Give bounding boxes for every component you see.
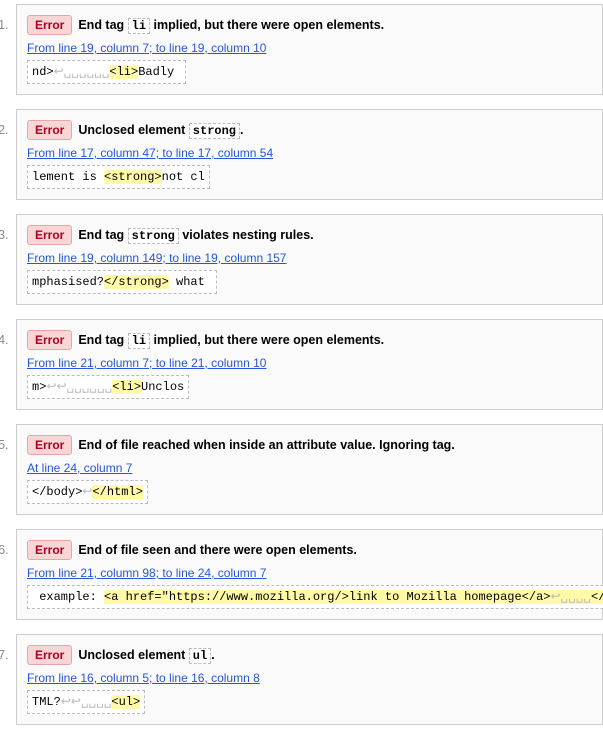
extract-highlight-text: </ul> <box>591 590 603 604</box>
whitespace-marker: ↩↩␣␣␣␣ <box>61 695 112 709</box>
error-item: Error End tag strong violates nesting rul… <box>12 214 603 305</box>
extract-highlight: <a href="https://www.mozilla.org/>link t… <box>104 590 603 604</box>
extract-context: what <box>169 275 212 289</box>
extract-highlight: <li> <box>112 380 141 394</box>
error-message-text: Unclosed element <box>78 648 188 662</box>
error-box: Error End tag li implied, but there were … <box>16 319 603 410</box>
code-extract: example: <a href="https://www.mozilla.or… <box>27 585 603 609</box>
location-link[interactable]: From line 19, column 7; to line 19, colu… <box>27 41 266 55</box>
code-extract: </body>↩</html> <box>27 480 148 504</box>
error-message: End of file reached when inside an attri… <box>78 438 454 452</box>
error-message-code: strong <box>189 123 240 139</box>
error-message-text: violates nesting rules. <box>179 228 314 242</box>
error-badge: Error <box>27 540 72 560</box>
error-message-code: ul <box>189 648 211 664</box>
code-extract: TML?↩↩␣␣␣␣<ul> <box>27 690 145 714</box>
error-item: Error Unclosed element strong. From line 1… <box>12 109 603 200</box>
error-item: Error End tag li implied, but there were … <box>12 319 603 410</box>
whitespace-marker: ↩␣␣␣␣␣␣ <box>54 65 110 79</box>
whitespace-marker: ↩↩␣␣␣␣␣␣ <box>46 380 112 394</box>
location-link[interactable]: From line 21, column 7; to line 21, colu… <box>27 356 266 370</box>
error-item: Error Unclosed element ul. From line 16, c… <box>12 634 603 725</box>
extract-highlight: <ul> <box>111 695 140 709</box>
error-message-code: strong <box>128 228 179 244</box>
extract-highlight: <strong> <box>104 170 162 184</box>
extract-context: </body> <box>32 485 82 499</box>
error-message: End tag li implied, but there were open … <box>78 333 384 348</box>
extract-highlight: </html> <box>92 485 142 499</box>
error-message-text: implied, but there were open elements. <box>150 18 384 32</box>
extract-highlight: <li> <box>109 65 138 79</box>
code-extract: lement is <strong>not cl <box>27 165 210 189</box>
error-box: Error Unclosed element strong. From line 1… <box>16 109 603 200</box>
error-badge: Error <box>27 15 72 35</box>
error-badge: Error <box>27 330 72 350</box>
error-box: Error End tag li implied, but there were … <box>16 4 603 95</box>
error-item: Error End of file seen and there were ope… <box>12 529 603 620</box>
whitespace-marker: ↩ <box>82 485 92 499</box>
error-message-text: End of file seen and there were open ele… <box>78 543 357 557</box>
error-box: Error End of file reached when inside an … <box>16 424 603 515</box>
location-link[interactable]: From line 19, column 149; to line 19, co… <box>27 251 286 265</box>
error-message: End tag strong violates nesting rules. <box>78 228 313 243</box>
error-box: Error End tag strong violates nesting rul… <box>16 214 603 305</box>
error-message-code: li <box>128 18 150 34</box>
code-extract: mphasised?</strong> what <box>27 270 217 294</box>
error-message-text: Unclosed element <box>78 123 188 137</box>
error-message: Unclosed element strong. <box>78 123 243 138</box>
error-message: End tag li implied, but there were open … <box>78 18 384 33</box>
extract-context: example: <box>32 590 104 604</box>
extract-context: TML? <box>32 695 61 709</box>
error-message-text: . <box>240 123 243 137</box>
error-list: Error End tag li implied, but there were … <box>0 4 603 725</box>
error-badge: Error <box>27 645 72 665</box>
extract-context: not cl <box>162 170 205 184</box>
extract-context: Badly <box>138 65 181 79</box>
error-heading: Error End tag strong violates nesting rul… <box>27 225 592 245</box>
extract-highlight-text: <a href="https://www.mozilla.org/>link t… <box>104 590 550 604</box>
extract-context: mphasised? <box>32 275 104 289</box>
error-badge: Error <box>27 225 72 245</box>
code-extract: m>↩↩␣␣␣␣␣␣<li>Unclos <box>27 375 189 399</box>
error-heading: Error End tag li implied, but there were … <box>27 15 592 35</box>
error-badge: Error <box>27 435 72 455</box>
error-message-text: End tag <box>78 333 127 347</box>
error-heading: Error Unclosed element ul. <box>27 645 592 665</box>
error-message-text: End tag <box>78 18 127 32</box>
location-link[interactable]: From line 21, column 98; to line 24, col… <box>27 566 266 580</box>
location-link[interactable]: From line 16, column 5; to line 16, colu… <box>27 671 260 685</box>
error-box: Error Unclosed element ul. From line 16, c… <box>16 634 603 725</box>
extract-context: nd> <box>32 65 54 79</box>
extract-highlight: </strong> <box>104 275 169 289</box>
error-message: End of file seen and there were open ele… <box>78 543 357 557</box>
error-message: Unclosed element ul. <box>78 648 214 663</box>
error-heading: Error End of file seen and there were ope… <box>27 540 592 560</box>
error-message-text: End of file reached when inside an attri… <box>78 438 454 452</box>
error-heading: Error End of file reached when inside an … <box>27 435 592 455</box>
error-item: Error End tag li implied, but there were … <box>12 4 603 95</box>
location-link[interactable]: From line 17, column 47; to line 17, col… <box>27 146 273 160</box>
extract-context: lement is <box>32 170 104 184</box>
location-link[interactable]: At line 24, column 7 <box>27 461 132 475</box>
error-heading: Error Unclosed element strong. <box>27 120 592 140</box>
extract-context: m> <box>32 380 46 394</box>
error-badge: Error <box>27 120 72 140</box>
extract-context: Unclos <box>141 380 184 394</box>
error-message-text: . <box>211 648 214 662</box>
error-item: Error End of file reached when inside an … <box>12 424 603 515</box>
error-message-code: li <box>128 333 150 349</box>
error-message-text: End tag <box>78 228 127 242</box>
error-message-text: implied, but there were open elements. <box>150 333 384 347</box>
whitespace-marker: ↩␣␣␣␣ <box>551 590 592 604</box>
error-box: Error End of file seen and there were ope… <box>16 529 603 620</box>
code-extract: nd>↩␣␣␣␣␣␣<li>Badly <box>27 60 186 84</box>
error-heading: Error End tag li implied, but there were … <box>27 330 592 350</box>
